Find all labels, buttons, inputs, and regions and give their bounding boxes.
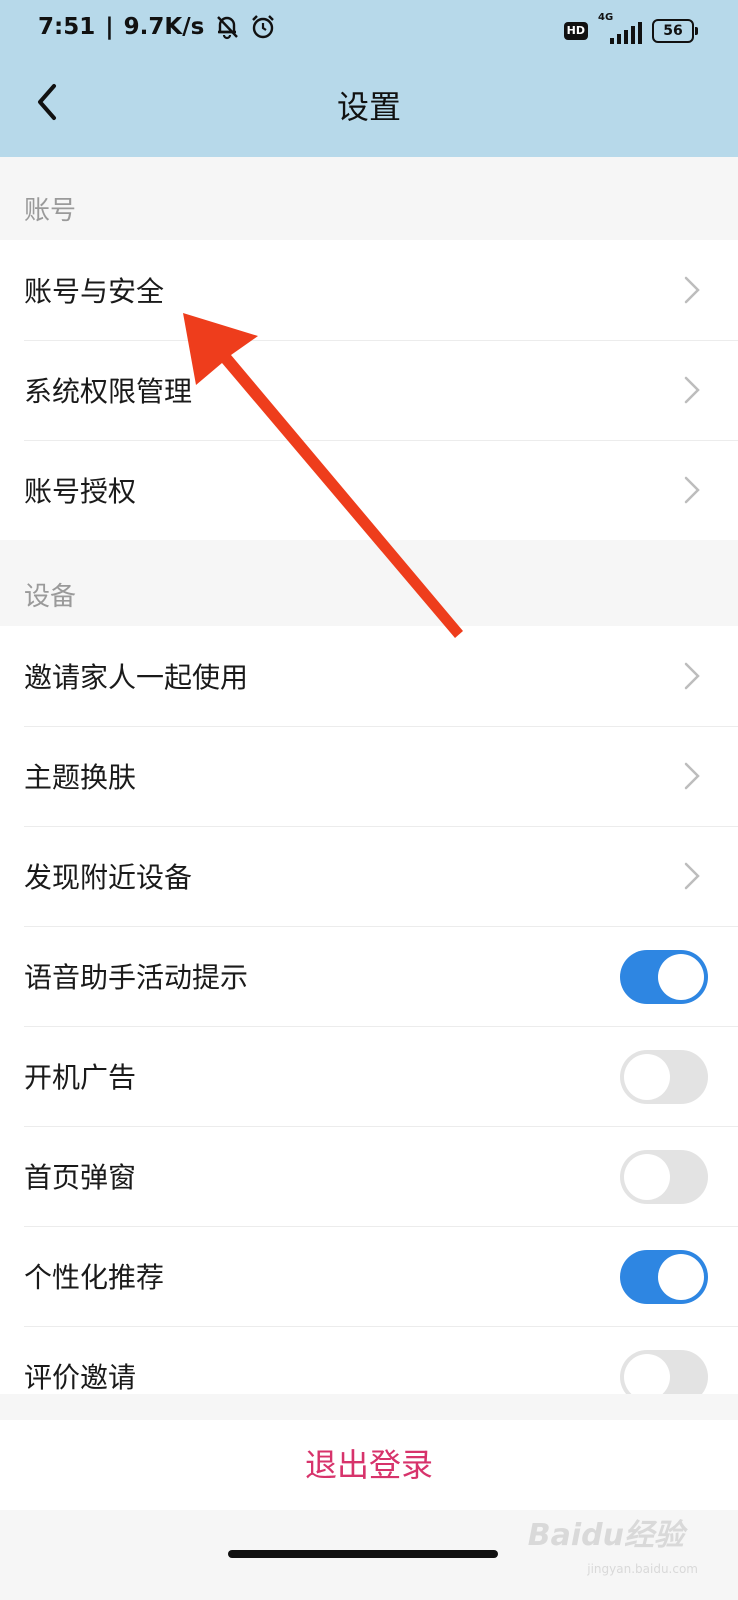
chevron-right-icon	[684, 476, 700, 504]
row-label: 系统权限管理	[24, 375, 193, 408]
battery-icon: 56	[652, 19, 698, 43]
status-network-speed: 9.7K/s	[123, 14, 205, 40]
toggle-knob	[658, 1254, 704, 1300]
account-security-item[interactable]: 账号与安全	[0, 240, 738, 340]
home-popup-item: 首页弹窗	[0, 1126, 738, 1226]
row-label: 首页弹窗	[24, 1161, 137, 1194]
device-settings-group: 邀请家人一起使用 主题换肤 发现附近设备 语音助手活动提示 开机广告 首页弹窗 …	[0, 626, 738, 1394]
alarm-clock-icon	[250, 14, 276, 40]
row-label: 主题换肤	[24, 761, 137, 794]
boot-ad-item: 开机广告	[0, 1026, 738, 1126]
chevron-right-icon	[684, 376, 700, 404]
baidu-watermark-logo: Baidu经验	[527, 1518, 684, 1553]
chevron-right-icon	[684, 862, 700, 890]
status-right: HD 4G 56	[563, 12, 698, 44]
chevron-right-icon	[684, 762, 700, 790]
row-label: 账号授权	[24, 475, 137, 508]
status-bar: 7:51 | 9.7K/s HD 4G 56	[0, 0, 738, 64]
row-label: 账号与安全	[24, 275, 165, 308]
bell-muted-icon	[214, 14, 240, 40]
signal-icon: 4G	[596, 12, 644, 44]
chevron-right-icon	[684, 276, 700, 304]
hd-badge: HD	[563, 22, 588, 40]
voice-assistant-tip-item: 语音助手活动提示	[0, 926, 738, 1026]
status-divider: |	[105, 14, 114, 40]
toggle-knob	[658, 954, 704, 1000]
battery-level: 56	[663, 23, 683, 39]
account-authorization-item[interactable]: 账号授权	[0, 440, 738, 540]
status-time: 7:51	[38, 14, 96, 40]
row-label: 个性化推荐	[24, 1261, 165, 1294]
voice-assistant-toggle[interactable]	[620, 950, 708, 1004]
row-label: 发现附近设备	[24, 861, 193, 894]
row-label: 开机广告	[24, 1061, 137, 1094]
boot-ad-toggle[interactable]	[620, 1050, 708, 1104]
personalized-recommend-item: 个性化推荐	[0, 1226, 738, 1326]
home-popup-toggle[interactable]	[620, 1150, 708, 1204]
personalized-recommend-toggle[interactable]	[620, 1250, 708, 1304]
logout-button[interactable]: 退出登录	[0, 1420, 738, 1510]
row-label: 邀请家人一起使用	[24, 661, 249, 694]
rating-invite-item: 评价邀请	[0, 1326, 738, 1394]
status-left: 7:51 | 9.7K/s	[38, 14, 276, 40]
watermark-url: jingyan.baidu.com	[587, 1562, 698, 1576]
section-label-device: 设备	[24, 582, 77, 612]
invite-family-item[interactable]: 邀请家人一起使用	[0, 626, 738, 726]
row-label: 语音助手活动提示	[24, 961, 249, 994]
home-indicator	[228, 1550, 498, 1558]
system-permission-item[interactable]: 系统权限管理	[0, 340, 738, 440]
rating-invite-toggle[interactable]	[620, 1350, 708, 1394]
section-label-account: 账号	[24, 196, 77, 226]
toggle-knob	[624, 1054, 670, 1100]
toggle-knob	[624, 1354, 670, 1394]
account-settings-group: 账号与安全 系统权限管理 账号授权	[0, 240, 738, 540]
nearby-devices-item[interactable]: 发现附近设备	[0, 826, 738, 926]
row-label: 评价邀请	[24, 1361, 137, 1394]
chevron-right-icon	[684, 662, 700, 690]
page-title: 设置	[336, 88, 401, 126]
theme-skin-item[interactable]: 主题换肤	[0, 726, 738, 826]
app-header: 7:51 | 9.7K/s HD 4G 56 设置	[0, 0, 738, 157]
toggle-knob	[624, 1154, 670, 1200]
